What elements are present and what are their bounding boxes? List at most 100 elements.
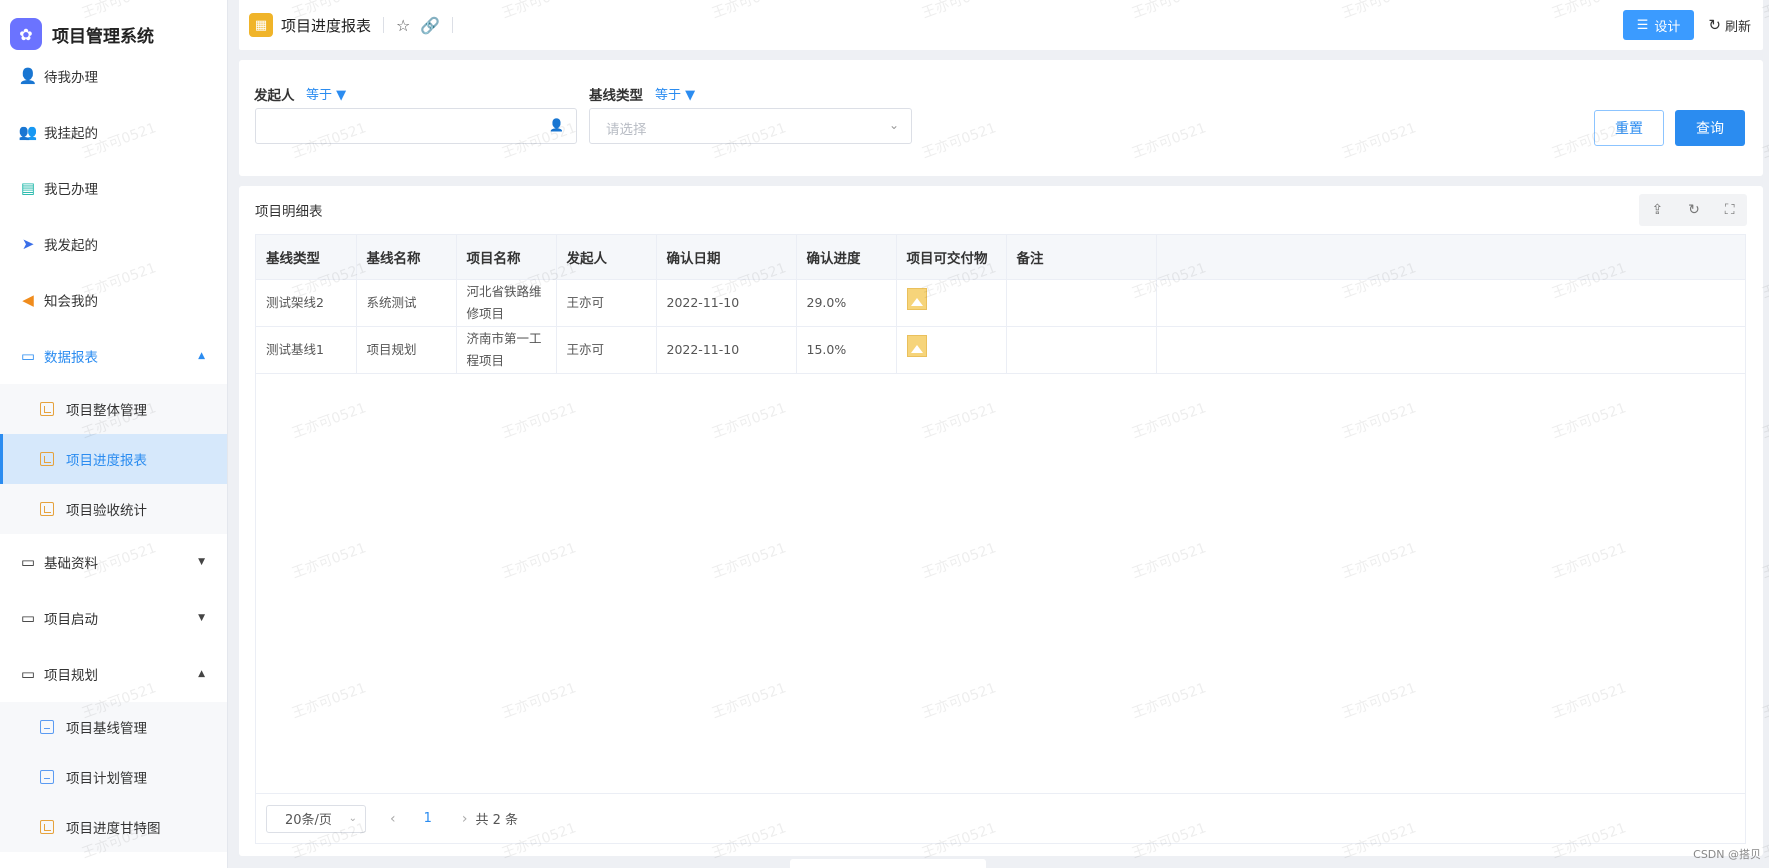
caret-up-icon: ▲ [198, 669, 205, 679]
cell-confirm-date: 2022-11-10 [656, 326, 797, 374]
caret-down-icon: ▼ [198, 557, 205, 567]
sidebar-item-label: 我发起的 [44, 238, 98, 254]
initiator-operator[interactable]: 等于 ▼ [306, 84, 346, 103]
sidebar-subitem-label: 项目进度甘特图 [66, 821, 161, 837]
link-icon[interactable]: 🔗 [420, 16, 440, 35]
design-button[interactable]: ☰ 设计 [1622, 10, 1695, 40]
table-toolbar: ⇪ ↻ ⛶ [1639, 194, 1747, 226]
baseline-type-operator[interactable]: 等于 ▼ [655, 84, 695, 103]
refresh-button[interactable]: ↻ 刷新 [1708, 16, 1751, 35]
report-icon: ▦ [249, 13, 273, 37]
sidebar-item-todo[interactable]: 👤 待我办理 [0, 48, 227, 104]
sidebar-item-gantt[interactable]: 项目进度甘特图 [0, 802, 227, 852]
column-header[interactable]: 基线名称 [356, 235, 457, 280]
table-header-row: 基线类型 基线名称 项目名称 发起人 确认日期 确认进度 项目可交付物 备注 [256, 235, 1745, 280]
sliders-icon: ☰ [1636, 17, 1649, 33]
chart-icon [40, 820, 54, 834]
table-panel: 项目明细表 ⇪ ↻ ⛶ 基线类型 基线名称 项目名称 发起人 确认日期 确认进度… [239, 186, 1763, 856]
sidebar-item-label: 我已办理 [44, 182, 98, 198]
folder-icon: ▭ [20, 609, 36, 627]
sidebar-group-project-start[interactable]: ▭ 项目启动 ▼ [0, 590, 227, 646]
page-number[interactable]: 1 [424, 811, 432, 826]
reload-icon[interactable]: ↻ [1688, 202, 1700, 218]
cell-baseline-type: 测试基线1 [256, 326, 357, 374]
filter-panel: 发起人 等于 ▼ 👤 基线类型 等于 ▼ 请选择 ⌄ 重置 查询 [239, 60, 1763, 176]
sidebar-item-project-overall[interactable]: 项目整体管理 [0, 384, 227, 434]
initiator-operator-label: 等于 [306, 88, 333, 103]
sidebar-item-acceptance-stats[interactable]: 项目验收统计 [0, 484, 227, 534]
folder-icon: ▭ [20, 665, 36, 683]
cell-deliverable [896, 279, 1007, 327]
next-page-icon[interactable]: › [462, 811, 468, 827]
sidebar: ✿ 项目管理系统 👤 待我办理 👥 我挂起的 ▤ 我已办理 ➤ 我发起的 ◀ 知… [0, 0, 228, 868]
column-header[interactable]: 确认日期 [656, 235, 797, 280]
user-icon: 👤 [549, 118, 564, 132]
column-header[interactable]: 项目名称 [456, 235, 557, 280]
fullscreen-icon[interactable]: ⛶ [1725, 202, 1735, 218]
sidebar-item-progress-report[interactable]: 项目进度报表 [0, 434, 227, 484]
caret-down-icon: ▼ [336, 88, 347, 103]
sidebar-item-label: 我挂起的 [44, 126, 98, 142]
baseline-type-select[interactable]: 请选择 ⌄ [589, 108, 912, 144]
send-icon: ➤ [21, 235, 35, 253]
cell-progress: 29.0% [796, 279, 897, 327]
image-thumbnail-icon[interactable] [906, 335, 927, 357]
document-icon [40, 720, 54, 734]
user-pause-icon: 👥 [18, 123, 38, 141]
cell-project-name: 河北省铁路维修项目 [456, 279, 557, 327]
cell-filler [1156, 326, 1745, 374]
query-button[interactable]: 查询 [1675, 110, 1745, 146]
sidebar-item-notified[interactable]: ◀ 知会我的 [0, 272, 227, 328]
bottom-handle [790, 859, 986, 868]
sidebar-submenu-reports: 项目整体管理 项目进度报表 项目验收统计 [0, 384, 227, 534]
table-row[interactable]: 测试架线2 系统测试 河北省铁路维修项目 王亦可 2022-11-10 29.0… [256, 279, 1745, 327]
cell-initiator: 王亦可 [556, 326, 657, 374]
cell-confirm-date: 2022-11-10 [656, 279, 797, 327]
sidebar-item-plan-mgmt[interactable]: 项目计划管理 [0, 752, 227, 802]
total-count: 共 2 条 [475, 813, 519, 828]
chart-icon [40, 402, 54, 416]
sidebar-submenu-planning: 项目基线管理 项目计划管理 项目进度甘特图 [0, 702, 227, 852]
cell-initiator: 王亦可 [556, 279, 657, 327]
sidebar-group-label: 项目启动 [44, 612, 98, 628]
cell-baseline-name: 项目规划 [356, 326, 457, 374]
prev-page-icon[interactable]: ‹ [390, 811, 396, 827]
column-header[interactable]: 确认进度 [796, 235, 897, 280]
table-row[interactable]: 测试基线1 项目规划 济南市第一工程项目 王亦可 2022-11-10 15.0… [256, 326, 1745, 374]
sidebar-item-suspended[interactable]: 👥 我挂起的 [0, 104, 227, 160]
export-icon[interactable]: ⇪ [1651, 202, 1663, 218]
page-size-select[interactable]: 20条/页 ⌄ [266, 804, 366, 833]
cell-progress: 15.0% [796, 326, 897, 374]
sidebar-item-done[interactable]: ▤ 我已办理 [0, 160, 227, 216]
header-actions: ☰ 设计 ↻ 刷新 [1622, 10, 1751, 40]
cell-deliverable [896, 326, 1007, 374]
stamp-icon: 👤 [18, 67, 38, 85]
sidebar-group-basic-data[interactable]: ▭ 基础资料 ▼ [0, 534, 227, 590]
sidebar-subitem-label: 项目整体管理 [66, 403, 147, 419]
page-title: 项目进度报表 [281, 16, 372, 35]
column-header[interactable]: 发起人 [556, 235, 657, 280]
data-table: 基线类型 基线名称 项目名称 发起人 确认日期 确认进度 项目可交付物 备注 测… [255, 234, 1746, 844]
folder-icon: ▭ [20, 347, 36, 365]
image-thumbnail-icon[interactable] [906, 288, 927, 310]
sidebar-item-label: 待我办理 [44, 70, 98, 86]
baseline-type-label: 基线类型 [589, 88, 643, 104]
caret-down-icon: ▼ [198, 613, 205, 623]
column-header[interactable]: 基线类型 [256, 235, 357, 280]
app-title: 项目管理系统 [52, 26, 154, 47]
sidebar-group-project-planning[interactable]: ▭ 项目规划 ▲ [0, 646, 227, 702]
star-icon[interactable]: ☆ [396, 16, 410, 35]
sidebar-item-initiated[interactable]: ➤ 我发起的 [0, 216, 227, 272]
chart-icon [40, 452, 54, 466]
sidebar-group-reports[interactable]: ▭ 数据报表 ▲ [0, 328, 227, 384]
sidebar-item-baseline-mgmt[interactable]: 项目基线管理 [0, 702, 227, 752]
cell-remark [1006, 326, 1157, 374]
initiator-input[interactable]: 👤 [255, 108, 577, 144]
sidebar-group-label: 项目规划 [44, 668, 98, 684]
column-header[interactable]: 项目可交付物 [896, 235, 1007, 280]
caret-up-icon: ▲ [198, 351, 205, 361]
divider [383, 17, 385, 33]
column-header-filler [1156, 235, 1745, 280]
column-header[interactable]: 备注 [1006, 235, 1157, 280]
reset-button[interactable]: 重置 [1594, 110, 1664, 146]
